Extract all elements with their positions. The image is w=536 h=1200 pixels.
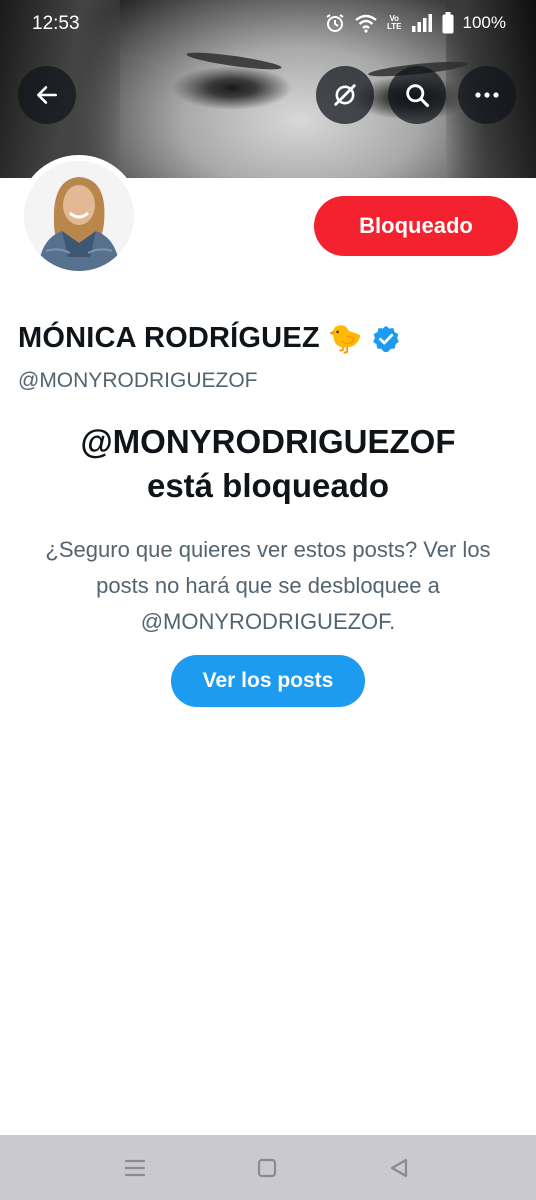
avatar-illustration bbox=[24, 161, 134, 271]
profile-avatar[interactable] bbox=[18, 155, 140, 277]
verified-badge-icon bbox=[372, 325, 399, 352]
recent-apps-icon bbox=[124, 1159, 146, 1177]
alarm-icon bbox=[326, 14, 344, 32]
back-arrow-icon bbox=[37, 86, 57, 104]
wifi-icon bbox=[355, 14, 377, 33]
battery-percent: 100% bbox=[462, 13, 506, 32]
status-bar: 12:53 Vo LTE 100% bbox=[0, 0, 536, 46]
home-icon bbox=[257, 1158, 277, 1178]
status-icons: Vo LTE 100% bbox=[325, 12, 506, 34]
search-button[interactable] bbox=[388, 66, 446, 124]
profile-handle: @MONYRODRIGUEZOF bbox=[18, 369, 258, 392]
system-nav-bar bbox=[0, 1135, 536, 1200]
status-time: 12:53 bbox=[32, 13, 80, 34]
blocked-notice-title: @MONYRODRIGUEZOF está bloqueado bbox=[0, 420, 536, 508]
home-button[interactable] bbox=[254, 1155, 280, 1181]
banner-eyebrow-left bbox=[185, 49, 283, 73]
avatar-photo bbox=[24, 161, 134, 271]
display-name-row: MÓNICA RODRÍGUEZ 🐤 bbox=[18, 322, 401, 355]
volte-icon: Vo LTE bbox=[387, 14, 402, 31]
display-name: MÓNICA RODRÍGUEZ bbox=[18, 322, 320, 354]
blocked-button-label: Bloqueado bbox=[359, 213, 473, 238]
back-icon bbox=[390, 1158, 408, 1178]
grok-button[interactable] bbox=[316, 66, 374, 124]
blocked-button[interactable]: Bloqueado bbox=[314, 196, 518, 256]
battery-icon bbox=[442, 12, 454, 34]
recent-apps-button[interactable] bbox=[122, 1155, 148, 1181]
blocked-title-line2: está bloqueado bbox=[146, 467, 390, 504]
search-icon bbox=[406, 84, 430, 108]
view-posts-label: Ver los posts bbox=[202, 669, 334, 692]
back-button[interactable] bbox=[18, 66, 76, 124]
view-posts-button[interactable]: Ver los posts bbox=[171, 655, 365, 707]
system-back-button[interactable] bbox=[386, 1155, 412, 1181]
more-icon bbox=[475, 92, 499, 98]
more-options-button[interactable] bbox=[458, 66, 516, 124]
blocked-notice-description: ¿Seguro que quieres ver estos posts? Ver… bbox=[45, 537, 491, 634]
chick-emoji: 🐤 bbox=[327, 322, 363, 354]
grok-icon bbox=[334, 84, 356, 106]
signal-icon bbox=[411, 14, 432, 32]
blocked-title-line1: @MONYRODRIGUEZOF bbox=[80, 423, 456, 460]
